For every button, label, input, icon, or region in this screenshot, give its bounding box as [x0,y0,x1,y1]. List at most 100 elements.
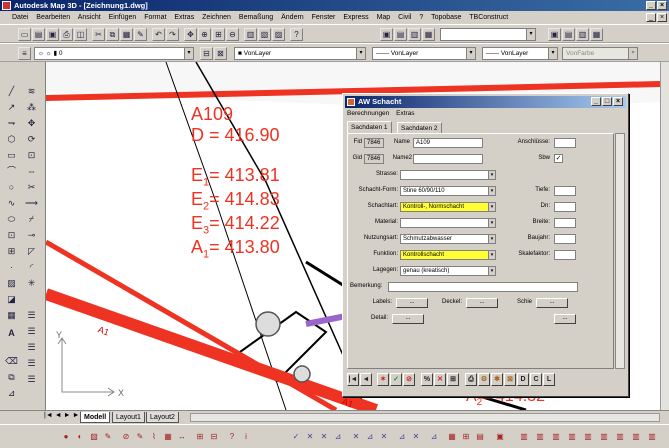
layer-tool4-icon[interactable]: ☰ [24,356,39,371]
arc-icon[interactable]: ⌒ [4,164,19,179]
anschluesse-field[interactable] [554,138,576,148]
new-icon[interactable]: ▭ [18,28,31,41]
table-icon[interactable]: ▦ [4,308,19,323]
name2-field[interactable] [413,154,483,164]
tab-sachdaten-2[interactable]: Sachdaten 2 [397,122,442,133]
material-select[interactable]: ▾ [400,218,496,228]
map-bottom-tool8-icon[interactable]: ▦ [162,430,174,443]
erase-icon[interactable]: ⌫ [4,354,19,369]
plotstyle-combo[interactable]: VonFarbe ▾ [562,47,638,60]
canvas-vertical-scrollbar[interactable] [660,62,669,410]
break-icon[interactable]: ⌿ [24,212,39,227]
print-record-button[interactable]: ⎙ [465,373,477,386]
map-bottom-tool7-icon[interactable]: ⌇ [148,430,160,443]
dialog-title-bar[interactable]: AW Schacht _ □ × [345,96,626,108]
map-bottom-tool6-icon[interactable]: ✎ [134,430,146,443]
map-bottom-tool5-icon[interactable]: ⊘ [120,430,132,443]
delete-record-button[interactable]: ✕ [434,373,446,386]
scale-icon[interactable]: ⊡ [24,148,39,163]
layer-tool1-icon[interactable]: ☰ [24,308,39,323]
ellipse-icon[interactable]: ⬭ [4,212,19,227]
rectangle-icon[interactable]: ▭ [4,148,19,163]
open-icon[interactable]: ▤ [32,28,45,41]
schachtart-select[interactable]: Kontroll-, Normschacht ▾ [400,202,496,212]
detail-extra-button[interactable]: ... [554,314,576,324]
menu-fenster[interactable]: Fenster [312,14,336,21]
menu-civil[interactable]: Civil [398,14,411,21]
menu-extras[interactable]: Extras [174,14,194,21]
dialog-close-button[interactable]: × [613,97,623,106]
menu-aendern[interactable]: Ändern [281,14,304,21]
map-bottom-tool11-icon[interactable]: ⊟ [208,430,220,443]
map-bottom-tool10-icon[interactable]: ⊞ [194,430,206,443]
skalefaktor-field[interactable] [554,250,576,260]
menu-zeichnen[interactable]: Zeichnen [202,14,231,21]
dialog-scrollbar[interactable] [615,133,625,369]
detail-button[interactable]: ... [392,314,424,324]
map-bottom-tool18-icon[interactable]: ✕ [378,430,390,443]
map-bottom-tool31-icon[interactable]: ▥ [598,430,610,443]
map-tool4-icon[interactable]: ▦ [422,28,435,41]
bemerkung-field[interactable] [388,282,578,292]
map-bottom-tool12-icon[interactable]: ✓ [290,430,302,443]
toolpalette-icon[interactable]: ▨ [272,28,285,41]
dialog-minimize-button[interactable]: _ [591,97,601,106]
construction-line-icon[interactable]: ↗ [4,100,19,115]
first-record-button[interactable]: |◄ [347,373,359,386]
map-bottom-tool21-icon[interactable]: ⊿ [428,430,440,443]
menu-express[interactable]: Express [343,14,368,21]
preview-icon[interactable]: ◫ [74,28,87,41]
tiefe-field[interactable] [554,186,576,196]
layer-tool5-icon[interactable]: ☰ [24,372,39,387]
undo-icon[interactable]: ↶ [152,28,165,41]
tab-layout2[interactable]: Layout2 [146,412,179,423]
percent-button[interactable]: % [421,373,433,386]
prev-record-button[interactable]: ◄ [360,373,372,386]
stretch-icon[interactable]: ⇔ [24,164,39,179]
circle-icon[interactable]: ○ [4,180,19,195]
tab-sachdaten-1[interactable]: Sachdaten 1 [347,121,392,133]
map-bottom-tool30-icon[interactable]: ▥ [582,430,594,443]
minimize-button[interactable]: _ [646,1,656,10]
map-bottom-tool17-icon[interactable]: ⊿ [364,430,376,443]
polygon-icon[interactable]: ⬡ [4,132,19,147]
map-bottom-tool34-icon[interactable]: ▥ [646,430,658,443]
settings-button[interactable]: ⚙ [478,373,490,386]
map-bottom-tool9-icon[interactable]: ↔ [176,430,188,443]
map-bottom-tool13-icon[interactable]: ✕ [304,430,316,443]
layer-previous-icon[interactable]: ⊠ [214,47,227,60]
polyline-icon[interactable]: ⇁ [4,116,19,131]
map-bottom-tool16-icon[interactable]: ✕ [350,430,362,443]
funktion-select[interactable]: Kontrollschacht ▾ [400,250,496,260]
breite-field[interactable] [554,218,576,228]
map-bottom-tool24-icon[interactable]: ▤ [474,430,486,443]
map-bottom-tool32-icon[interactable]: ▥ [614,430,626,443]
zoom-previous-icon[interactable]: ⊖ [226,28,239,41]
l-button[interactable]: L [543,373,555,386]
tool2-button[interactable]: ⊠ [504,373,516,386]
baujahr-field[interactable] [554,234,576,244]
pan-icon[interactable]: ✥ [184,28,197,41]
grid-button[interactable]: ⊞ [447,373,459,386]
mirror-icon[interactable]: ⊿ [4,386,19,401]
dn-field[interactable] [554,202,576,212]
menu-topobase[interactable]: Topobase [431,14,461,21]
map-bottom-help-icon[interactable]: ? [226,430,238,443]
lineweight-combo[interactable]: —— VonLayer ▾ [482,47,558,60]
spline-icon[interactable]: ∿ [4,196,19,211]
menu-einfuegen[interactable]: Einfügen [109,14,137,21]
map-bottom-tool14-icon[interactable]: ✕ [318,430,330,443]
matchprop-icon[interactable]: ✎ [134,28,147,41]
map-bottom-tool15-icon[interactable]: ⊿ [332,430,344,443]
dialog-menu-berechnungen[interactable]: Berechnungen [347,110,389,117]
map-tool3-icon[interactable]: ▥ [408,28,421,41]
layer-combo[interactable]: ☼ ☼ ▮ 0 ▾ [34,47,194,60]
map-bottom-tool1-icon[interactable]: ● [60,430,72,443]
tab-nav-arrows[interactable]: |◄ ◄ ► ►| [44,412,81,419]
map-tool6-icon[interactable]: ▤ [562,28,575,41]
menu-format[interactable]: Format [144,14,166,21]
nutzungsart-select[interactable]: Schmutzabwasser ▾ [400,234,496,244]
menu-tbconstruct[interactable]: TBConstruct [469,14,508,21]
zoom-window-icon[interactable]: ⊞ [212,28,225,41]
map-bottom-tool29-icon[interactable]: ▥ [566,430,578,443]
